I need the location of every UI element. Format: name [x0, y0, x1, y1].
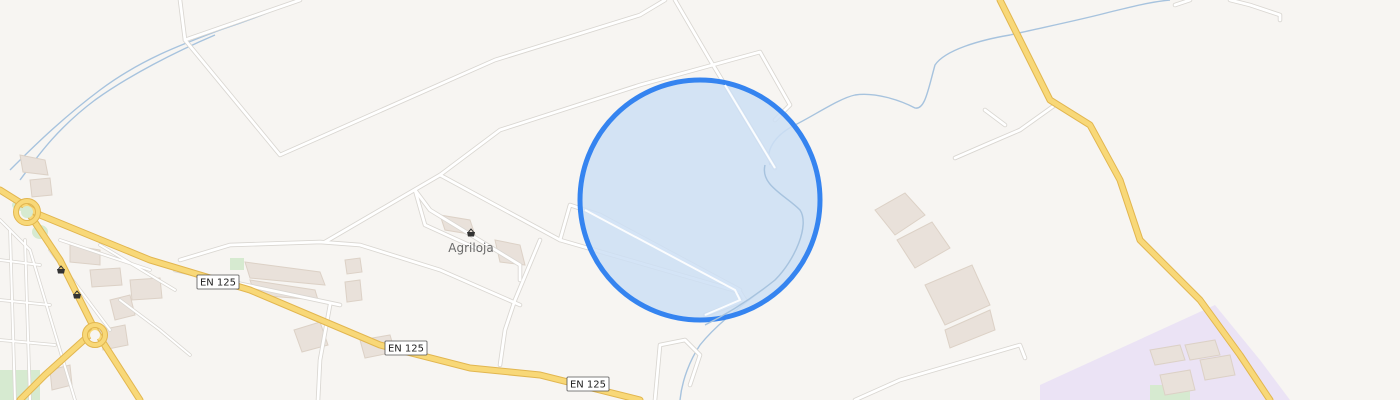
- road-shield-text: EN 125: [200, 278, 236, 289]
- road-shield-en125-a: EN 125: [196, 274, 240, 290]
- road-shield-text: EN 125: [570, 380, 606, 391]
- road-shield-en125-b: EN 125: [384, 340, 428, 356]
- map-svg[interactable]: EN 125 EN 125 EN 125 Agriloja: [0, 0, 1400, 400]
- road-shield-en125-c: EN 125: [566, 376, 610, 392]
- poi-label: Agriloja: [448, 241, 493, 255]
- road-shield-text: EN 125: [388, 344, 424, 355]
- map-canvas[interactable]: EN 125 EN 125 EN 125 Agriloja: [0, 0, 1400, 400]
- location-accuracy-circle[interactable]: [577, 77, 823, 326]
